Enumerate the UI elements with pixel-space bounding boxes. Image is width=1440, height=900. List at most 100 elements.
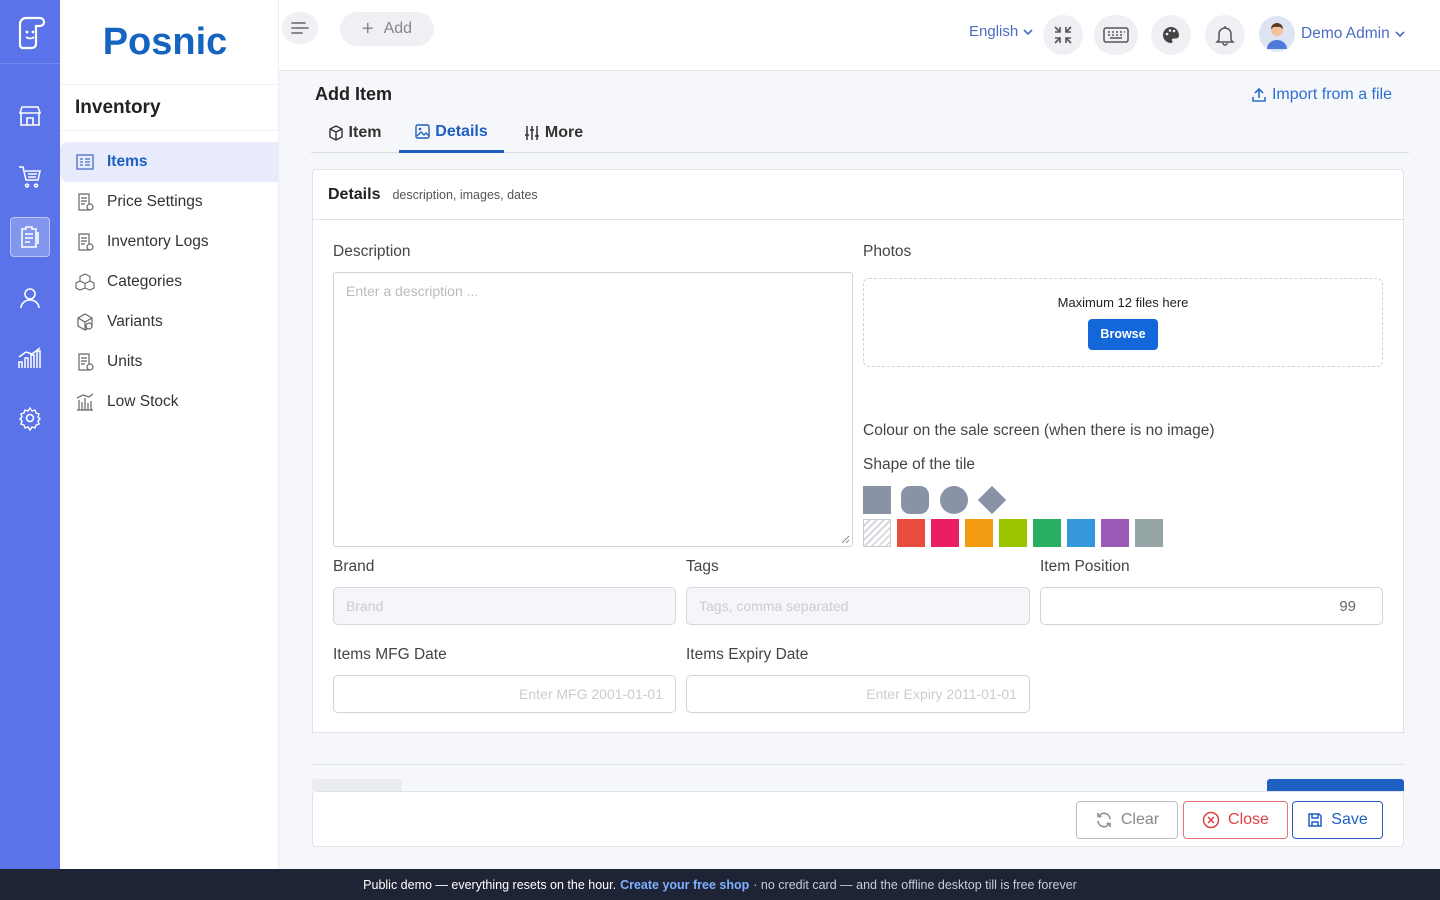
tab-item[interactable]: Item (311, 113, 398, 153)
sidebar-item-categories[interactable]: Categories (60, 262, 278, 302)
import-label: Import from a file (1271, 86, 1392, 103)
language-select[interactable]: English (969, 23, 1034, 40)
brand-label: Brand (333, 558, 375, 575)
palette-icon (1163, 27, 1179, 43)
colour-swatch[interactable] (1033, 519, 1061, 547)
fullscreen-button[interactable] (1043, 15, 1083, 55)
top-bar: + Add English Demo Admin (279, 0, 1440, 71)
user-name: Demo Admin (1301, 25, 1390, 42)
brand-placeholder: Brand (346, 598, 384, 614)
inventory-clipboard-icon[interactable] (10, 217, 50, 257)
colour-swatch[interactable] (931, 519, 959, 547)
shape-square[interactable] (863, 486, 891, 514)
save-button[interactable]: Save (1292, 801, 1383, 839)
keyboard-button[interactable] (1094, 15, 1138, 55)
divider (312, 764, 1404, 765)
store-icon[interactable] (10, 96, 50, 136)
icon-rail (0, 0, 60, 869)
sidebar-item-price-settings[interactable]: Price Settings (60, 182, 278, 222)
banner-lead: Public demo — everything resets on the h… (363, 877, 617, 892)
close-circle-icon (1202, 811, 1220, 829)
description-textarea[interactable]: Enter a description ... (333, 272, 853, 547)
categories-cubes-icon (74, 272, 95, 293)
colour-swatch[interactable] (1135, 519, 1163, 547)
brand-title[interactable]: Posnic (60, 0, 278, 85)
add-button[interactable]: + Add (340, 12, 434, 46)
main-content: Add Item Import from a file Item Details… (279, 71, 1440, 869)
expiry-date-placeholder: Enter Expiry 2011-01-01 (866, 686, 1017, 702)
price-doc-icon (74, 192, 95, 213)
sidebar-item-items[interactable]: Items (60, 142, 278, 182)
shape-circle[interactable] (940, 486, 968, 514)
expiry-date-label: Items Expiry Date (686, 646, 809, 663)
save-label: Save (1331, 811, 1368, 828)
sidebar-item-variants[interactable]: Variants (60, 302, 278, 342)
refresh-icon (1097, 812, 1111, 828)
user-icon[interactable] (10, 278, 50, 318)
tags-label: Tags (686, 558, 719, 575)
bell-icon (1215, 26, 1235, 46)
tab-more[interactable]: More (504, 113, 603, 153)
import-from-file-link[interactable]: Import from a file (1251, 86, 1392, 104)
image-icon (415, 124, 430, 139)
tags-input[interactable]: Tags, comma separated (686, 587, 1030, 625)
next-button-partial[interactable] (1267, 779, 1404, 791)
photos-dropzone[interactable]: Maximum 12 files here Browse (863, 278, 1383, 367)
colour-swatch[interactable] (999, 519, 1027, 547)
shape-diamond[interactable] (977, 485, 1007, 515)
tab-label: Details (435, 122, 488, 140)
tab-details[interactable]: Details (399, 113, 504, 153)
sidebar-item-units[interactable]: Units (60, 342, 278, 382)
mfg-date-input[interactable]: Enter MFG 2001-01-01 (333, 675, 676, 713)
close-label: Close (1228, 811, 1269, 828)
menu-lines-icon (291, 22, 309, 34)
colour-swatch[interactable] (1101, 519, 1129, 547)
menu-section-title: Inventory (60, 85, 278, 131)
units-doc-icon (74, 352, 95, 373)
create-shop-link[interactable]: Create your free shop (620, 878, 749, 892)
menu-toggle-button[interactable] (282, 12, 318, 44)
browse-button[interactable]: Browse (1088, 319, 1158, 350)
close-button[interactable]: Close (1183, 801, 1288, 839)
sidebar-item-label: Variants (107, 313, 163, 330)
notifications-button[interactable] (1205, 15, 1245, 55)
colour-swatch[interactable] (1067, 519, 1095, 547)
expiry-date-input[interactable]: Enter Expiry 2011-01-01 (686, 675, 1030, 713)
tags-placeholder: Tags, comma separated (699, 598, 849, 614)
back-button-partial[interactable] (312, 779, 402, 791)
theme-button[interactable] (1151, 15, 1191, 55)
keyboard-icon (1103, 27, 1129, 43)
photos-label: Photos (863, 243, 912, 260)
photos-hint: Maximum 12 files here (1057, 295, 1189, 310)
user-avatar-icon (1267, 23, 1287, 49)
shape-rounded[interactable] (901, 486, 929, 514)
sidebar-item-low-stock[interactable]: Low Stock (60, 382, 278, 422)
description-placeholder: Enter a description ... (346, 283, 479, 299)
shape-label: Shape of the tile (863, 456, 976, 473)
clear-button[interactable]: Clear (1076, 801, 1178, 839)
item-position-input[interactable]: 99 (1040, 587, 1383, 625)
sidebar-item-label: Units (107, 353, 143, 370)
add-button-label: Add (383, 20, 413, 37)
form-footer: Clear Close Save (312, 791, 1404, 847)
description-label: Description (333, 243, 411, 260)
cart-icon[interactable] (10, 156, 50, 196)
colour-swatch[interactable] (965, 519, 993, 547)
reports-chart-icon[interactable] (10, 338, 50, 378)
page-title: Add Item (315, 84, 393, 104)
colour-label: Colour on the sale screen (when there is… (863, 422, 1215, 439)
item-position-value: 99 (1339, 597, 1356, 615)
brand-input[interactable]: Brand (333, 587, 676, 625)
mfg-date-label: Items MFG Date (333, 646, 447, 663)
settings-gear-icon[interactable] (10, 398, 50, 438)
colour-swatch-none[interactable] (863, 519, 891, 547)
save-disk-icon (1308, 813, 1323, 827)
user-menu[interactable]: Demo Admin (1259, 16, 1406, 52)
colour-swatch[interactable] (897, 519, 925, 547)
sidebar-item-inventory-logs[interactable]: Inventory Logs (60, 222, 278, 262)
app-logo[interactable] (0, 0, 60, 64)
clear-label: Clear (1120, 811, 1160, 828)
logs-doc-icon (74, 232, 95, 253)
sidebar-item-label: Low Stock (107, 393, 179, 410)
resize-handle-icon[interactable] (841, 535, 850, 544)
